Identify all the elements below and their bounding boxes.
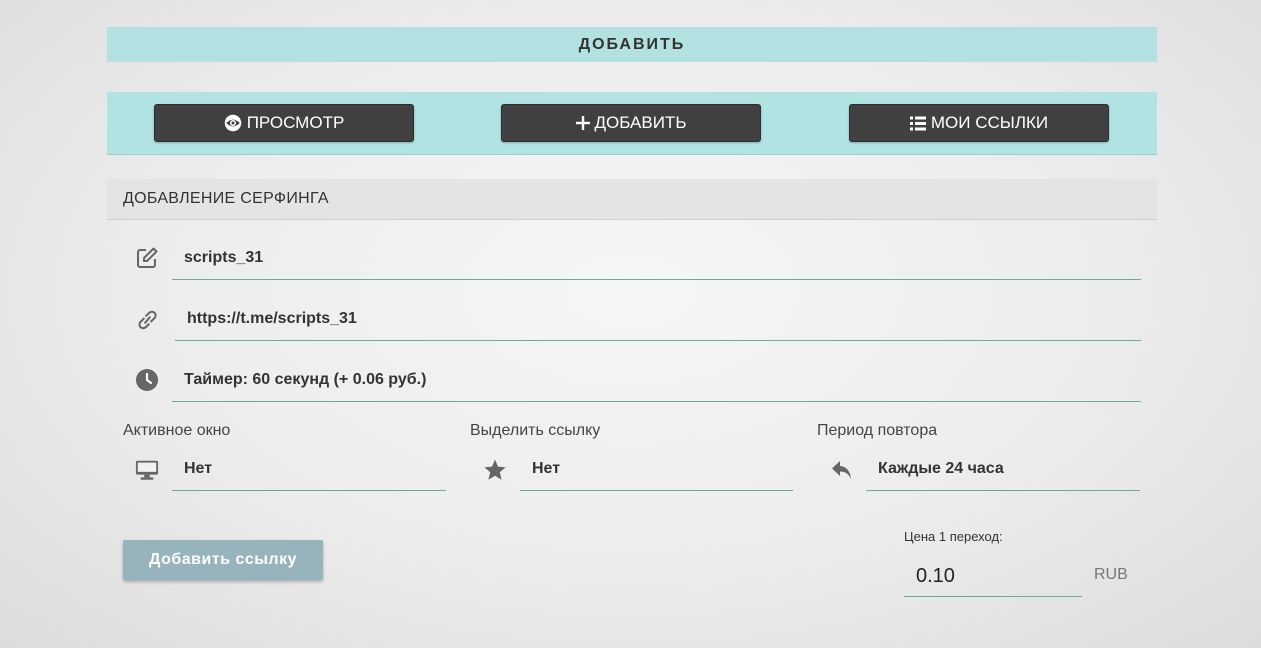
highlight-link-label: Выделить ссылку xyxy=(470,422,601,439)
plus-icon xyxy=(575,116,590,130)
price-label: Цена 1 переход: xyxy=(904,529,1003,544)
active-window-value: Нет xyxy=(184,459,213,477)
nav-bar: ПРОСМОТР ДОБАВИТЬ МОИ ССЫЛКИ xyxy=(107,92,1157,155)
eye-icon xyxy=(224,114,241,132)
repeat-period-label: Период повтора xyxy=(817,422,938,439)
list-icon xyxy=(909,116,926,130)
repeat-period-value: Каждые 24 часа xyxy=(878,459,1004,477)
view-button[interactable]: ПРОСМОТР xyxy=(154,104,414,142)
monitor-icon xyxy=(135,458,159,482)
highlight-link-value: Нет xyxy=(532,459,561,477)
active-window-label: Активное окно xyxy=(123,422,231,439)
add-link-button[interactable]: Добавить ссылку xyxy=(123,540,323,580)
star-icon xyxy=(483,458,507,482)
add-button[interactable]: ДОБАВИТЬ xyxy=(501,104,761,142)
clock-icon xyxy=(135,368,159,392)
add-button-label: ДОБАВИТЬ xyxy=(594,113,687,132)
page-container: ДОБАВИТЬ ПРОСМОТР ДОБАВИТЬ МОИ ССЫЛКИ ДО… xyxy=(107,27,1157,220)
active-window-select[interactable]: Нет xyxy=(172,447,446,491)
view-button-label: ПРОСМОТР xyxy=(246,113,345,132)
url-field[interactable]: https://t.me/scripts_31 xyxy=(175,297,1141,341)
name-field[interactable]: scripts_31 xyxy=(172,236,1141,280)
edit-icon xyxy=(135,246,159,270)
reply-icon xyxy=(830,458,854,482)
page-title: ДОБАВИТЬ xyxy=(107,27,1157,62)
repeat-period-select[interactable]: Каждые 24 часа xyxy=(866,447,1140,491)
url-field-value: https://t.me/scripts_31 xyxy=(187,309,357,327)
my-links-button[interactable]: МОИ ССЫЛКИ xyxy=(849,104,1109,142)
timer-select-value: Таймер: 60 секунд (+ 0.06 руб.) xyxy=(184,370,427,388)
name-field-value: scripts_31 xyxy=(184,248,264,266)
my-links-button-label: МОИ ССЫЛКИ xyxy=(930,113,1049,132)
price-input[interactable] xyxy=(904,556,1082,597)
section-title: ДОБАВЛЕНИЕ СЕРФИНГА xyxy=(107,179,1157,220)
timer-select[interactable]: Таймер: 60 секунд (+ 0.06 руб.) xyxy=(172,358,1141,402)
currency-label: RUB xyxy=(1094,566,1128,583)
link-icon xyxy=(135,308,159,332)
highlight-link-select[interactable]: Нет xyxy=(520,447,793,491)
